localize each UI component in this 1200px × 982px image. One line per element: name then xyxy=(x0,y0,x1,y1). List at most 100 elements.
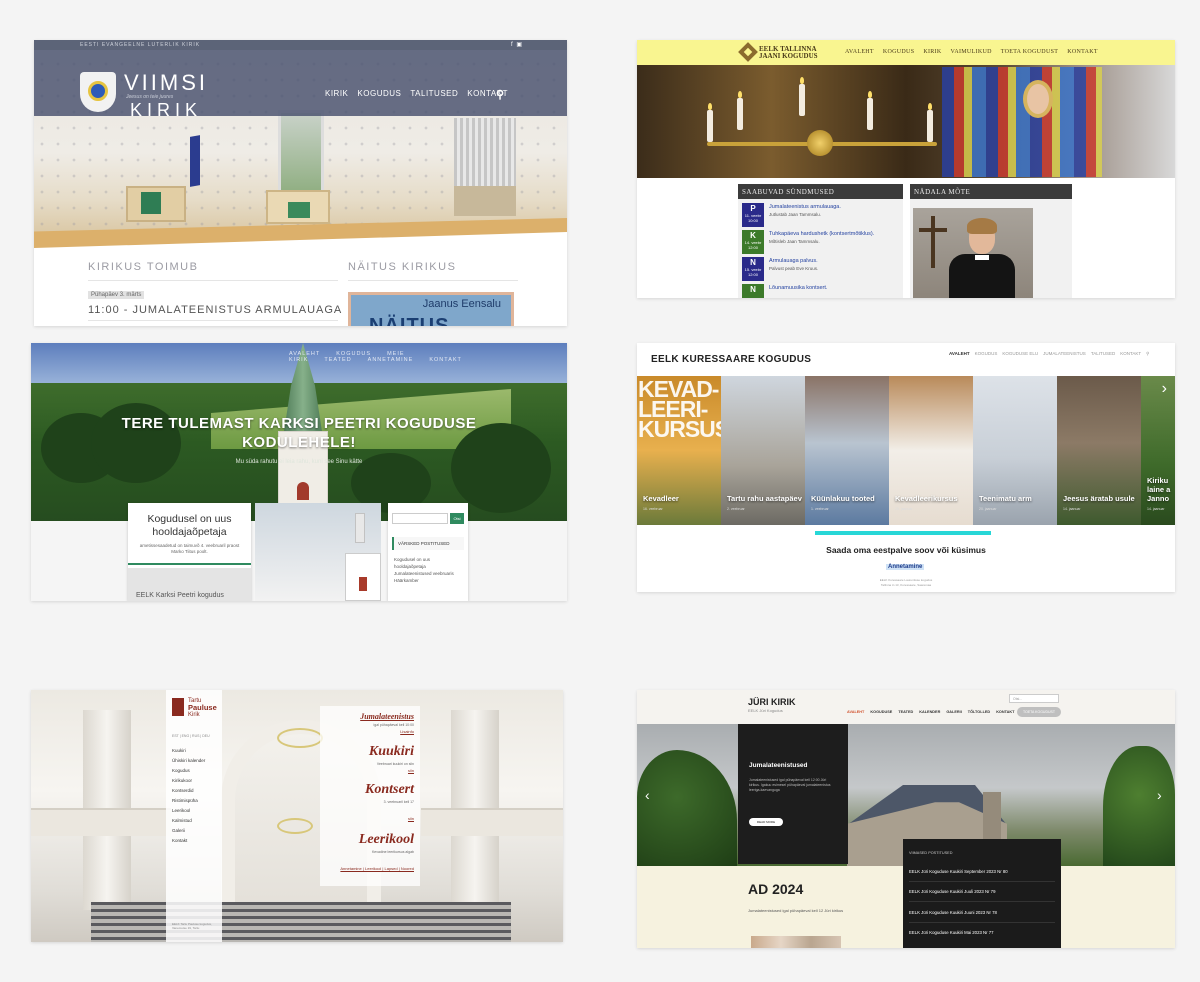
announcement-links[interactable]: Annetamine | Leerikool | Lapsed | Noored xyxy=(340,866,414,871)
sidebar-item[interactable]: Kirikukoor xyxy=(172,778,192,783)
nav-kontakt[interactable]: KONTAKT xyxy=(429,357,462,363)
church-logo-icon[interactable] xyxy=(80,72,116,112)
brand[interactable]: EELK KURESSAARE KOGUDUS xyxy=(651,354,811,365)
kuressaare-website-screenshot[interactable]: EELK KURESSAARE KOGUDUS AVALEHT KOGUDUS KO… xyxy=(637,343,1175,592)
card-title[interactable]: Kogudusel on uus hooldajaõpetaja xyxy=(128,513,251,539)
nav-annetamine[interactable]: ANNETAMINE xyxy=(368,357,414,363)
pews xyxy=(91,902,511,942)
announcement-link[interactable]: siin xyxy=(408,816,414,821)
read-more-button[interactable]: READ MORE xyxy=(749,818,783,826)
juri-website-screenshot[interactable]: JÜRI KIRIK EELK Jüri Kogudus Otsi... AVA… xyxy=(637,690,1175,948)
list-item[interactable]: K 14. veebr 12:00 Tuhkapäeva hardushetk (k… xyxy=(742,230,902,255)
sidebar-item[interactable]: Ristimispüha xyxy=(172,798,198,803)
list-item[interactable]: Kogudusel on uus xyxy=(394,557,430,562)
tallinna-jaani-website-screenshot[interactable]: EELK TALLINNA JAANI KOGUDUS AVALEHT KOGUD… xyxy=(637,40,1175,298)
logo-text[interactable]: VIIMSI xyxy=(124,70,208,96)
carousel-slide[interactable]: Kevadleerikursus 25. jaanuar xyxy=(889,376,973,525)
exhibition-heading: NÄITUS KIRIKUS xyxy=(348,261,457,273)
logo-text-2[interactable]: KIRIK xyxy=(130,100,202,121)
search-button[interactable]: Otsi xyxy=(450,513,464,524)
brand[interactable]: JÜRI KIRIK xyxy=(748,697,796,707)
announcement-title[interactable]: Kuukiri xyxy=(369,744,414,760)
sidebar-item[interactable]: Kontserdid xyxy=(172,788,194,793)
nav-jumalateenistus[interactable]: JUMALATEENISTUS xyxy=(1043,351,1086,356)
nav-talitused[interactable]: TALITUSED xyxy=(1091,351,1115,356)
event-title[interactable]: 11:00 - JUMALATEENISTUS ARMULAUAGA xyxy=(88,304,342,316)
nav-kogudus[interactable]: KOGUDUS xyxy=(975,351,998,356)
announcement-title[interactable]: Kontsert xyxy=(365,782,414,798)
nav-kirik[interactable]: KIRIK xyxy=(325,89,348,98)
list-item[interactable]: EELK Jüri Koguduse Kuukiri Juuli 2023 Nr… xyxy=(909,889,995,894)
nav-avaleht[interactable]: AVALEHT xyxy=(949,351,970,356)
nav-kontakt[interactable]: KONTAKT xyxy=(1067,49,1098,55)
church-logo-icon[interactable] xyxy=(172,698,184,716)
chevron-right-icon[interactable]: › xyxy=(1162,380,1167,398)
brand[interactable]: EELK TALLINNA JAANI KOGUDUS xyxy=(759,46,818,60)
list-item[interactable]: Jumalateenistused veebruaris xyxy=(394,571,454,576)
sidebar-item[interactable]: Ühiskiri kalender xyxy=(172,758,205,763)
nav-avaleht[interactable]: AVALEHT xyxy=(845,49,874,55)
winter-church-photo[interactable] xyxy=(255,503,381,601)
language-switcher[interactable]: EST | ENG | RUS | DEU xyxy=(172,734,210,738)
list-item[interactable]: EELK Jüri Koguduse Kuukiri September 202… xyxy=(909,869,1008,874)
carousel-slide[interactable]: Kiriku laine a Janno 14. jaanuar xyxy=(1141,376,1175,525)
carousel-slide[interactable]: Küünlakuu tooted 1. veebruar xyxy=(805,376,889,525)
list-item[interactable]: P 11. veebr 10:00 Jumalateenistus armulaua… xyxy=(742,203,902,228)
sidebar-item[interactable]: Leerikool xyxy=(172,808,190,813)
carousel-slide[interactable]: Tartu rahu aastapäev 2. veebruar xyxy=(721,376,805,525)
donate-link[interactable]: Annetamine xyxy=(886,564,925,570)
nav-kogudus[interactable]: KOGUDUS xyxy=(357,89,401,98)
nav-kontakt[interactable]: KONTAKT xyxy=(1120,351,1141,356)
sidebar-item[interactable]: Kontakt xyxy=(172,838,187,843)
brand[interactable]: Tartu Pauluse Kirik xyxy=(188,698,217,719)
announcement-title[interactable]: Jumalateenistus xyxy=(360,712,414,721)
carousel-slide[interactable]: Teenimatu arm 20. jaanuar xyxy=(973,376,1057,525)
viimsi-website-screenshot[interactable]: EESTI EVANGEELNE LUTERLIK KIRIK f ▣ VIIM… xyxy=(34,40,567,326)
pastor-photo[interactable] xyxy=(913,208,1033,298)
announcement-link[interactable]: siin xyxy=(408,768,414,773)
sidebar-item[interactable]: Kuukiri xyxy=(172,748,186,753)
nav-kontakt[interactable]: KONTAKT xyxy=(996,710,1014,714)
donate-button[interactable]: TOETA KOGUDUST xyxy=(1017,707,1061,717)
nav-talitused[interactable]: TALITUSED xyxy=(410,89,458,98)
nav-avaleht[interactable]: AVALEHT xyxy=(847,710,864,714)
nav-galerii[interactable]: GALERII xyxy=(946,710,961,714)
nav-koguduse-elu[interactable]: KOGUDUSE ELU xyxy=(1002,351,1038,356)
nav-teated[interactable]: TEATED xyxy=(324,357,351,363)
announcement-link[interactable]: Lisainfo xyxy=(400,729,414,734)
sidebar-item[interactable]: Kogudus xyxy=(172,768,190,773)
carousel-slide[interactable]: Jeesus äratab usule 14. jaanuar xyxy=(1057,376,1141,525)
nav-vaimulikud[interactable]: VAIMULIKUD xyxy=(951,49,992,55)
thumbnail-images[interactable] xyxy=(751,936,841,948)
nav-toltolled[interactable]: TÕLTOLLED xyxy=(968,710,990,714)
page-title: TERE TULEMAST KARKSI PEETRI KOGUDUSE KOD… xyxy=(121,415,477,451)
list-item[interactable]: EELK Jüri Koguduse Kuukiri Mai 2023 Nr 7… xyxy=(909,930,994,935)
announcement-title[interactable]: Leerikool xyxy=(359,832,414,848)
list-item[interactable]: EELK Jüri Koguduse Kuukiri Juuni 2023 Nr… xyxy=(909,910,997,915)
exhibition-poster[interactable]: Jaanus Eensalu NÄITUS xyxy=(348,292,514,326)
nav-kogudus[interactable]: KOGUDUS xyxy=(883,49,914,55)
chevron-left-icon[interactable]: ‹ xyxy=(645,787,650,803)
search-icon[interactable]: ⚲ xyxy=(1146,351,1149,356)
nav-kirik[interactable]: KIRIK xyxy=(923,49,941,55)
nav-kogudus[interactable]: KOGUDUSE xyxy=(870,710,892,714)
carousel-slide[interactable]: KEVAD- LEERI- KURSUS Kevadleer 16. veebrua… xyxy=(637,376,721,525)
search-icon[interactable]: ⚲ xyxy=(496,88,504,101)
tartu-pauluse-website-screenshot[interactable]: Tartu Pauluse Kirik EST | ENG | RUS | DE… xyxy=(31,690,563,942)
search-input[interactable] xyxy=(392,513,448,524)
nav-toeta[interactable]: TOETA KOGUDUST xyxy=(1001,49,1058,55)
sidebar-item[interactable]: Galerii xyxy=(172,828,185,833)
karksi-website-screenshot[interactable]: AVALEHT KOGUDUS MEIE KIRIK TEATED ANNETAMINE… xyxy=(31,343,567,601)
list-item[interactable]: N 15. veebr 12:00 Armulauaga palvus. Palvu… xyxy=(742,257,902,282)
list-item[interactable]: N Lõunamuusika kontsert. xyxy=(742,284,902,298)
sidebar-item[interactable]: Kalmistud xyxy=(172,818,192,823)
nav-teated[interactable]: TEATED xyxy=(898,710,913,714)
social-icons[interactable]: f ▣ xyxy=(511,41,523,48)
chevron-right-icon[interactable]: › xyxy=(1157,787,1162,803)
hero-card: Jumalateenistused Jumalateenistused igal… xyxy=(738,724,848,864)
search-input[interactable]: Otsi... xyxy=(1009,694,1059,703)
news-card[interactable]: Kogudusel on uus hooldajaõpetaja ametiss… xyxy=(128,503,251,601)
nav-kalender[interactable]: KALENDER xyxy=(919,710,940,714)
list-item[interactable]: hooldajaõpetaja xyxy=(394,564,426,569)
list-item[interactable]: Häärkamber xyxy=(394,578,419,583)
